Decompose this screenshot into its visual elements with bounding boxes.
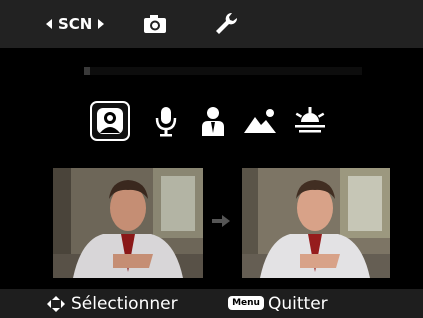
menu-button-badge: Menu bbox=[228, 296, 264, 310]
photo-before bbox=[53, 168, 203, 278]
select-label: Sélectionner bbox=[71, 294, 178, 314]
bottom-bar: Sélectionner Quitter bbox=[0, 289, 423, 318]
scene-portrait[interactable] bbox=[90, 101, 130, 141]
progress-bar bbox=[84, 67, 362, 75]
wrench-icon[interactable] bbox=[212, 10, 240, 38]
business-portrait-icon bbox=[202, 107, 224, 136]
top-bar: SCN bbox=[0, 0, 423, 48]
scene-landscape[interactable] bbox=[240, 101, 280, 141]
scene-mode-selector[interactable]: SCN bbox=[46, 10, 105, 38]
scene-sunset[interactable] bbox=[290, 101, 330, 141]
scene-mode-list bbox=[0, 101, 423, 141]
scene-business[interactable] bbox=[193, 101, 233, 141]
progress-fill bbox=[84, 67, 90, 75]
microphone-icon bbox=[155, 107, 177, 137]
landscape-icon bbox=[244, 109, 276, 133]
portrait-icon bbox=[97, 108, 123, 134]
mode-label: SCN bbox=[58, 15, 93, 33]
photo-after bbox=[242, 168, 390, 278]
sunset-icon bbox=[295, 107, 325, 133]
quit-label: Quitter bbox=[268, 294, 328, 314]
camera-icon[interactable] bbox=[143, 14, 167, 34]
dpad-icon bbox=[47, 296, 65, 312]
scene-microphone[interactable] bbox=[146, 101, 186, 141]
arrow-right-icon bbox=[212, 215, 230, 227]
right-arrow-icon[interactable] bbox=[98, 19, 105, 29]
left-arrow-icon[interactable] bbox=[46, 19, 52, 29]
